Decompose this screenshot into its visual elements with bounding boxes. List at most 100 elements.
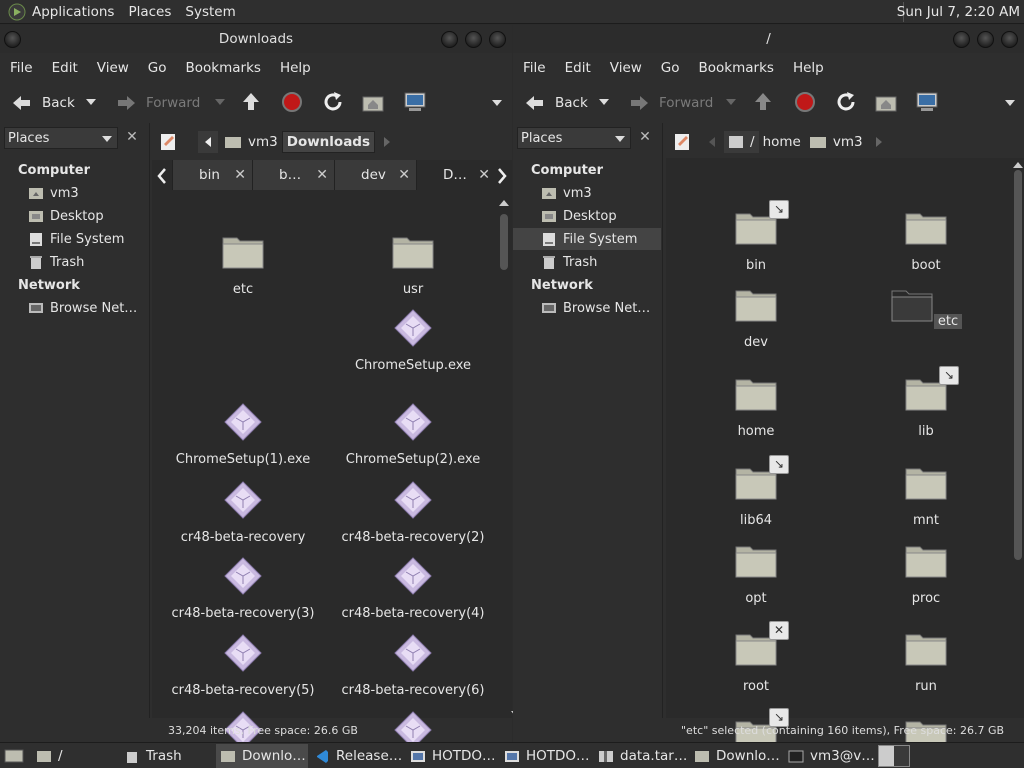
crumb-vm3[interactable]: vm3 — [220, 131, 282, 153]
crumb-left-arrow[interactable] — [704, 131, 720, 153]
workspace-2[interactable] — [894, 745, 909, 766]
places-select[interactable]: Places — [4, 127, 118, 149]
forward-dropdown-icon[interactable] — [215, 99, 225, 105]
menu-file[interactable]: File — [10, 60, 33, 76]
back-button[interactable]: Back — [523, 93, 588, 113]
tab-bin[interactable]: bin ✕ — [172, 160, 252, 190]
sidebar-item-file-system[interactable]: File System — [28, 228, 124, 250]
menu-bookmarks[interactable]: Bookmarks — [699, 60, 774, 76]
menu-view[interactable]: View — [97, 60, 129, 76]
forward-button[interactable]: Forward — [114, 93, 200, 113]
file-item[interactable]: boot — [851, 208, 1001, 273]
close-icon[interactable]: ✕ — [398, 167, 410, 183]
file-item[interactable]: cr48-beta-recovery(3) — [168, 556, 318, 621]
window-titlebar[interactable]: / — [513, 25, 1024, 53]
places-menu[interactable]: Places — [128, 4, 171, 20]
crumb-right-arrow[interactable] — [871, 131, 887, 153]
up-icon[interactable] — [240, 91, 262, 113]
minimize-button[interactable] — [953, 31, 970, 48]
stop-icon[interactable] — [794, 91, 816, 113]
crumb-root[interactable]: / — [724, 131, 759, 153]
file-item[interactable]: run — [851, 629, 1001, 694]
menu-file[interactable]: File — [523, 60, 546, 76]
window-titlebar[interactable]: Downloads — [0, 25, 512, 53]
reload-icon[interactable] — [322, 91, 344, 113]
crumb-left-arrow[interactable] — [198, 131, 218, 153]
file-item[interactable]: cr48-beta-recovery(4) — [338, 556, 488, 621]
sidebar-item-desktop[interactable]: Desktop — [541, 205, 617, 227]
menu-go[interactable]: Go — [661, 60, 680, 76]
menu-edit[interactable]: Edit — [565, 60, 591, 76]
taskbar-item-release[interactable]: Release… — [310, 744, 404, 768]
tab-scroll-right-icon[interactable] — [496, 168, 508, 184]
file-item[interactable]: cr48-beta-recovery — [168, 480, 318, 545]
taskbar-item-downloads-2[interactable]: Downlo… — [690, 744, 782, 768]
file-item[interactable]: cr48-beta-recovery(5) — [168, 633, 318, 698]
toolbar-overflow-icon[interactable] — [1005, 100, 1015, 106]
show-desktop-icon[interactable] — [4, 748, 24, 764]
file-item[interactable]: ChromeSetup.exe — [338, 308, 488, 373]
crumb-right-arrow[interactable] — [379, 131, 395, 153]
sidebar-item-browse-network[interactable]: Browse Net… — [28, 297, 137, 319]
sidebar-item-trash[interactable]: Trash — [541, 251, 597, 273]
workspace-switcher[interactable] — [878, 744, 910, 767]
menu-help[interactable]: Help — [793, 60, 824, 76]
menu-go[interactable]: Go — [148, 60, 167, 76]
sidebar-item-file-system[interactable]: File System — [513, 228, 661, 250]
menu-help[interactable]: Help — [280, 60, 311, 76]
file-item[interactable]: etc — [168, 232, 318, 297]
file-item[interactable]: ChromeSetup(1).exe — [168, 402, 318, 467]
maximize-button[interactable] — [465, 31, 482, 48]
taskbar-item-trash[interactable]: Trash — [120, 744, 214, 768]
crumb-vm3[interactable]: vm3 — [805, 131, 867, 153]
maximize-button[interactable] — [977, 31, 994, 48]
file-item[interactable]: cr48-beta-recovery(6) — [338, 633, 488, 698]
menu-view[interactable]: View — [610, 60, 642, 76]
tab-scroll-left-icon[interactable] — [156, 168, 168, 184]
clock[interactable]: Sun Jul 7, 2:20 AM — [897, 4, 1020, 20]
file-item[interactable]: home — [681, 374, 831, 439]
scroll-up-icon[interactable] — [1012, 161, 1024, 169]
close-icon[interactable]: ✕ — [124, 129, 140, 145]
home-folder-icon[interactable] — [362, 92, 384, 112]
menu-bookmarks[interactable]: Bookmarks — [186, 60, 261, 76]
edit-location-icon[interactable] — [158, 132, 180, 152]
file-item[interactable]: mnt — [851, 463, 1001, 528]
crumb-downloads[interactable]: Downloads — [281, 131, 376, 153]
file-item[interactable]: usr — [338, 232, 488, 297]
places-select[interactable]: Places — [517, 127, 631, 149]
window-menu-button[interactable] — [4, 31, 21, 48]
applications-menu[interactable]: Applications — [32, 4, 114, 20]
scroll-up-icon[interactable] — [498, 199, 510, 207]
gnome-foot-icon[interactable] — [8, 3, 26, 21]
taskbar-item-downloads[interactable]: Downlo… — [216, 743, 308, 768]
file-item[interactable]: bin ↘ — [681, 200, 831, 273]
tab-downloads[interactable]: D… ✕ — [416, 160, 496, 190]
minimize-button[interactable] — [441, 31, 458, 48]
sidebar-item-browse-network[interactable]: Browse Net… — [541, 297, 650, 319]
back-button[interactable]: Back — [10, 93, 75, 113]
back-dropdown-icon[interactable] — [599, 99, 609, 105]
file-item[interactable]: ChromeSetup(2).exe — [338, 402, 488, 467]
file-item[interactable]: lib ↘ — [851, 366, 1001, 439]
sidebar-item-vm3[interactable]: vm3 — [28, 182, 79, 204]
tab-b[interactable]: b… ✕ — [252, 160, 334, 190]
menu-edit[interactable]: Edit — [52, 60, 78, 76]
crumb-home[interactable]: home — [759, 131, 805, 153]
scrollbar-thumb[interactable] — [1014, 170, 1022, 560]
tab-dev[interactable]: dev ✕ — [334, 160, 416, 190]
computer-icon[interactable] — [915, 91, 939, 113]
taskbar-item-data-tar[interactable]: data.tar… — [594, 744, 688, 768]
toolbar-overflow-icon[interactable] — [492, 100, 502, 106]
scrollbar[interactable] — [1012, 158, 1024, 718]
close-icon[interactable]: ✕ — [637, 129, 653, 145]
taskbar-item-hotdo-2[interactable]: HOTDO… — [500, 744, 592, 768]
reload-icon[interactable] — [835, 91, 857, 113]
close-button[interactable] — [489, 31, 506, 48]
file-item[interactable]: proc — [851, 541, 1001, 606]
forward-button[interactable]: Forward — [627, 93, 713, 113]
file-item[interactable]: etc — [851, 285, 1001, 329]
file-item[interactable]: opt — [681, 541, 831, 606]
computer-icon[interactable] — [403, 91, 427, 113]
home-folder-icon[interactable] — [875, 92, 897, 112]
